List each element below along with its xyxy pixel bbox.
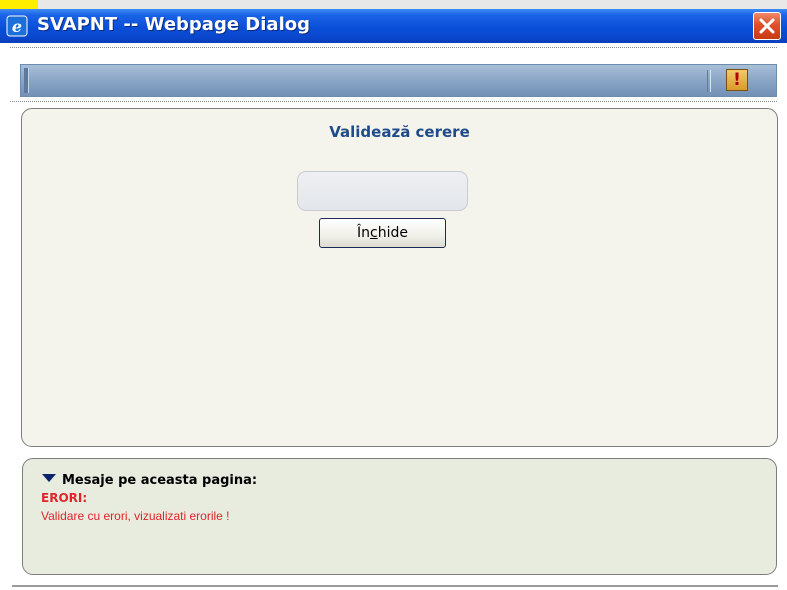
svg-text:e: e — [12, 17, 22, 36]
close-label-accel: c — [370, 225, 378, 241]
messages-header-text: Mesaje pe aceasta pagina: — [62, 473, 258, 488]
close-button[interactable]: În c hide — [319, 218, 446, 248]
triangle-down-icon — [42, 474, 56, 482]
messages-header[interactable]: Mesaje pe aceasta pagina: — [42, 473, 257, 488]
ie-icon: e — [6, 15, 28, 37]
toolbar-grip — [24, 68, 29, 93]
exclamation-icon: ! — [733, 69, 741, 90]
title-bar: e SVAPNT -- Webpage Dialog — [0, 9, 787, 43]
toolbar: ! — [20, 64, 777, 97]
window-title: SVAPNT -- Webpage Dialog — [37, 14, 310, 35]
close-label-prefix: În — [357, 225, 371, 241]
window-bottom-edge — [12, 585, 778, 587]
close-icon — [759, 18, 775, 34]
errors-label: ERORI: — [41, 491, 88, 505]
window-close-button[interactable] — [753, 12, 781, 40]
form-panel: Validează cerere În c hide — [21, 108, 778, 447]
page-title: Validează cerere — [329, 123, 470, 141]
alert-button[interactable]: ! — [726, 69, 748, 91]
toolbar-separator — [707, 70, 711, 92]
separator — [10, 101, 777, 102]
top-strip — [0, 0, 787, 9]
close-label-suffix: hide — [377, 225, 408, 241]
error-message: Validare cu erori, vizualizati erorile ! — [41, 509, 230, 523]
separator — [10, 47, 777, 48]
status-field — [297, 171, 468, 211]
highlight-mark — [0, 0, 38, 9]
messages-panel: Mesaje pe aceasta pagina: ERORI: Validar… — [22, 458, 777, 575]
